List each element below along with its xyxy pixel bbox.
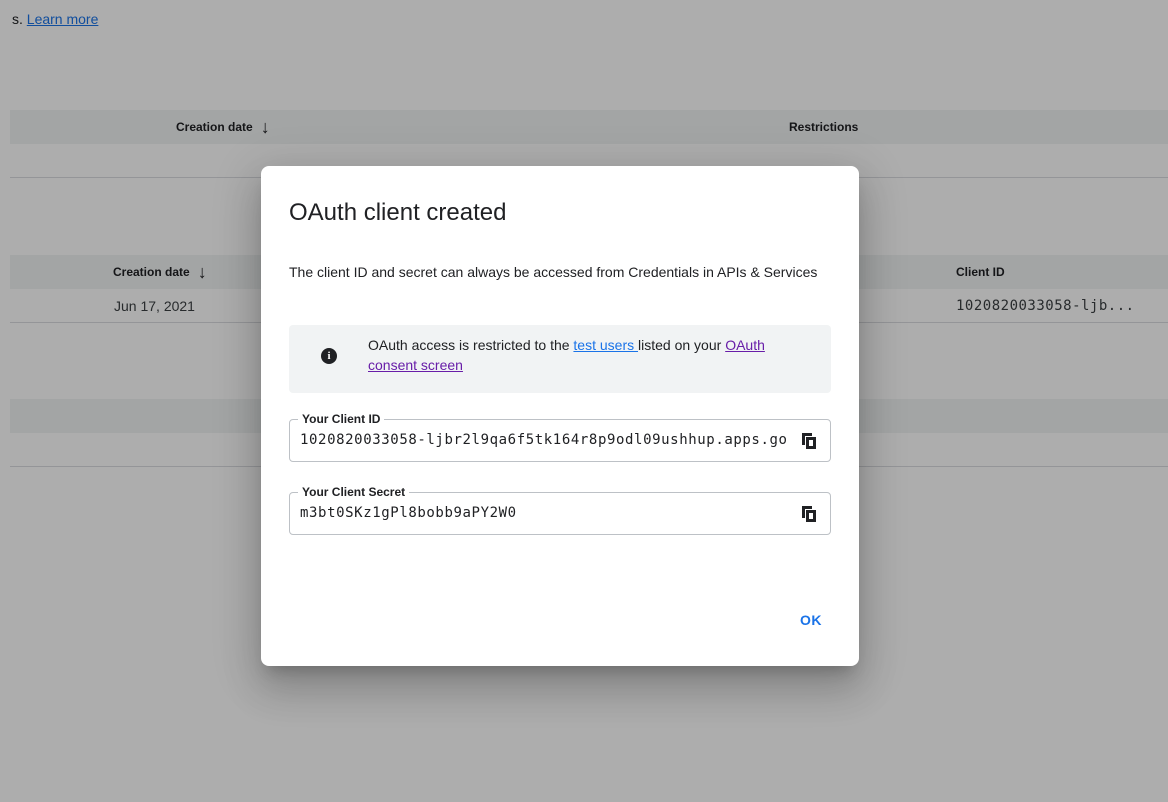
- client-secret-value[interactable]: m3bt0SKz1gPl8bobb9aPY2W0: [290, 505, 788, 521]
- test-users-link[interactable]: test users: [573, 337, 638, 353]
- notice-text: OAuth access is restricted to the: [368, 337, 574, 353]
- client-secret-label: Your Client Secret: [298, 485, 410, 499]
- client-id-value[interactable]: 1020820033058-ljbr2l9qa6f5tk164r8p9odl09…: [290, 432, 788, 448]
- copy-icon[interactable]: [800, 505, 818, 523]
- test-users-notice: i OAuth access is restricted to the test…: [289, 325, 831, 393]
- dialog-title: OAuth client created: [289, 199, 507, 226]
- notice-message: OAuth access is restricted to the test u…: [368, 335, 808, 375]
- client-id-label: Your Client ID: [298, 412, 385, 426]
- ok-button[interactable]: OK: [791, 604, 831, 636]
- notice-text: listed on your: [638, 337, 726, 353]
- copy-icon[interactable]: [800, 432, 818, 450]
- client-id-field[interactable]: Your Client ID 1020820033058-ljbr2l9qa6f…: [289, 412, 831, 462]
- oauth-client-created-dialog: OAuth client created The client ID and s…: [261, 166, 859, 666]
- dialog-description: The client ID and secret can always be a…: [289, 264, 818, 280]
- info-icon: i: [321, 348, 337, 364]
- client-secret-field[interactable]: Your Client Secret m3bt0SKz1gPl8bobb9aPY…: [289, 485, 831, 535]
